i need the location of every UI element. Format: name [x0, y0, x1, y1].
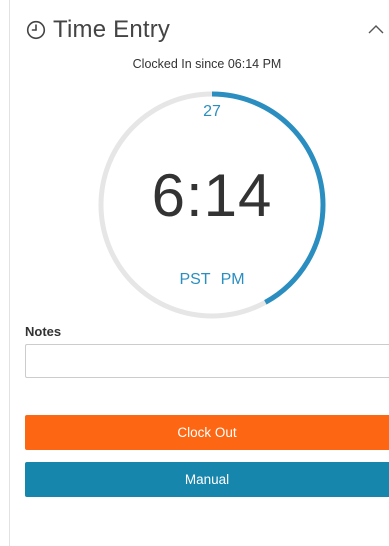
dial-timezone: PST — [179, 271, 211, 288]
dial-timezone-row: PST PM — [96, 271, 328, 289]
chevron-up-icon — [368, 25, 384, 34]
dial-time: 6:14 — [151, 162, 273, 229]
panel-header: Time Entry — [25, 14, 170, 46]
dial-meridiem: PM — [220, 271, 245, 288]
clock-icon — [25, 19, 47, 41]
clock-status-text: Clocked In since 06:14 PM — [132, 57, 282, 71]
time-entry-panel: Time Entry Clocked In since 06:14 PM 27 … — [10, 0, 389, 546]
notes-input[interactable] — [25, 344, 389, 378]
clock-out-button[interactable]: Clock Out — [25, 415, 389, 450]
notes-label: Notes — [25, 324, 62, 339]
panel-title: Time Entry — [53, 16, 171, 43]
manual-button[interactable]: Manual — [25, 462, 389, 497]
collapse-button[interactable] — [367, 20, 385, 38]
clock-dial: 27 6:14 PST PM — [96, 89, 328, 321]
dial-date: 27 — [203, 103, 221, 120]
